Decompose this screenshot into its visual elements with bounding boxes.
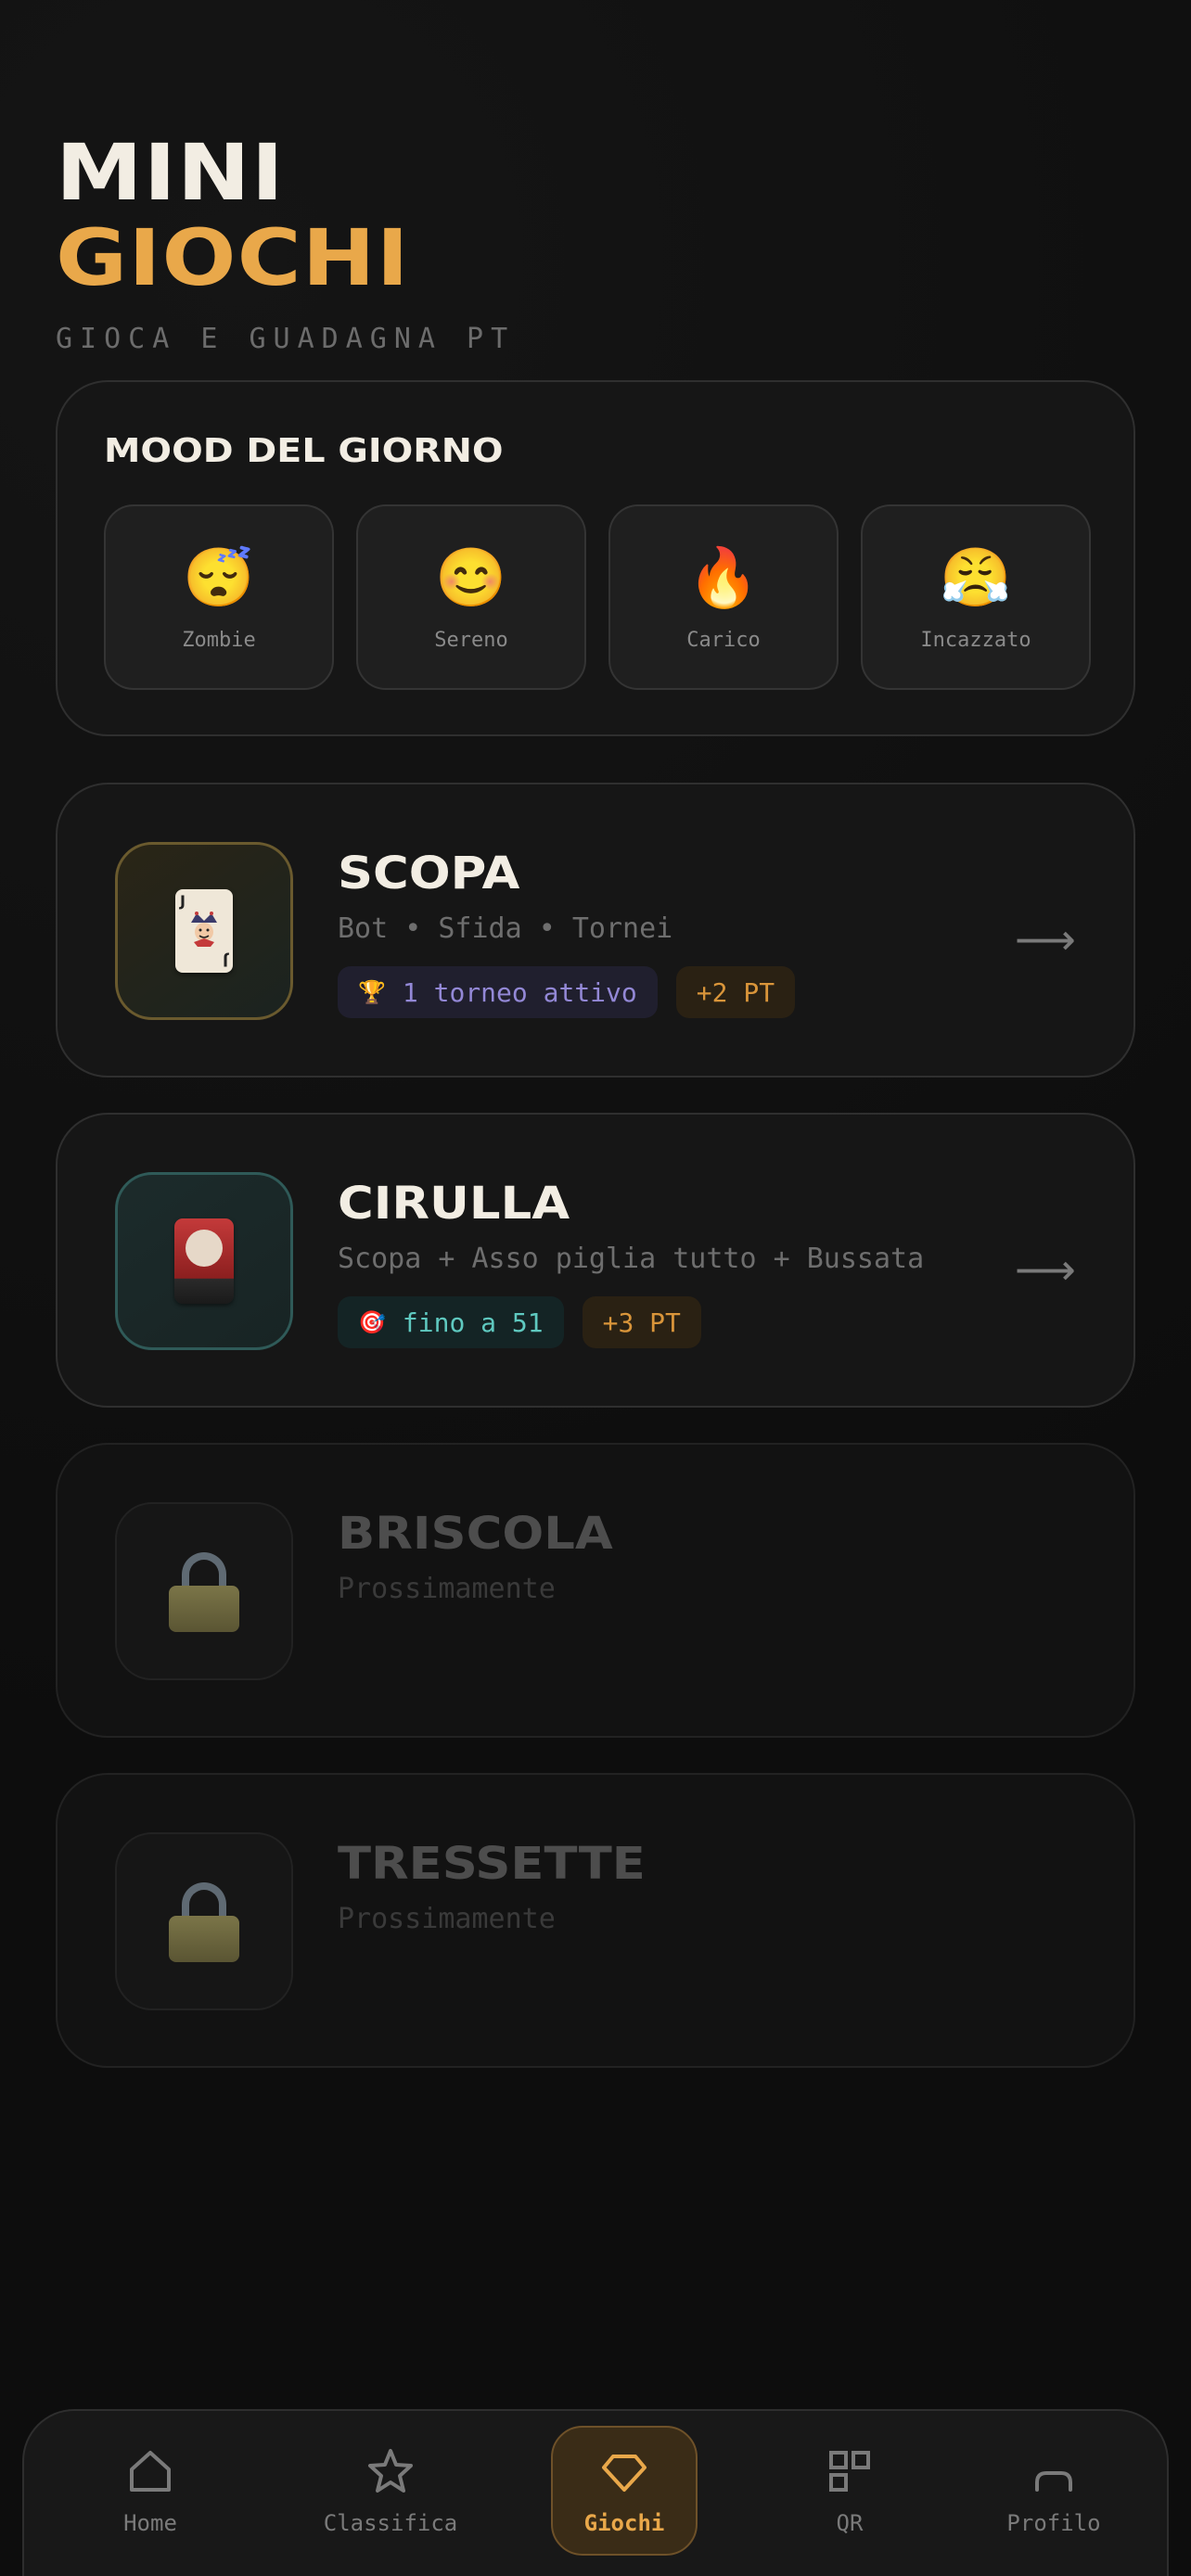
game-description: Prossimamente (338, 1573, 556, 1605)
points-badge-text: +3 PT (602, 1307, 681, 1338)
fire-icon: 🔥 (687, 542, 760, 611)
game-name: BRISCOLA (338, 1508, 613, 1560)
qr-icon (829, 2451, 870, 2492)
angry-face-icon: 😤 (940, 542, 1012, 611)
game-icon-scopa: J J (115, 842, 293, 1020)
game-card-tressette: TRESSETTE Prossimamente (56, 1773, 1135, 2068)
nav-label: Classifica (323, 2510, 458, 2536)
card-corner-label: J (223, 952, 228, 970)
game-name: TRESSETTE (338, 1838, 646, 1890)
page-title-line1: MINI (56, 127, 285, 218)
game-badges: 🎯 fino a 51 +3 PT (338, 1296, 701, 1348)
mood-label: Carico (686, 628, 761, 652)
page-title-line2: GIOCHI (56, 212, 410, 303)
points-badge-text: +2 PT (696, 976, 775, 1008)
game-description: Bot • Sfida • Tornei (338, 912, 673, 945)
mood-option-sereno[interactable]: 😊 Sereno (356, 504, 586, 690)
tournament-badge-text: 1 torneo attivo (402, 976, 637, 1008)
red-card-icon (174, 1218, 234, 1304)
game-name: SCOPA (338, 848, 520, 899)
target-badge: 🎯 fino a 51 (338, 1296, 564, 1348)
page-header: MINI GIOCHI GIOCA E GUADAGNA PT (56, 130, 515, 355)
game-name: CIRULLA (338, 1178, 570, 1230)
nav-label: Profilo (1006, 2510, 1101, 2536)
home-icon (130, 2451, 171, 2492)
card-corner-label: J (180, 892, 186, 910)
lock-icon (169, 1882, 239, 1962)
mood-option-carico[interactable]: 🔥 Carico (608, 504, 839, 690)
nav-label: Home (123, 2510, 177, 2536)
nav-item-qr[interactable]: QR (785, 2426, 915, 2556)
diamond-icon (602, 2455, 647, 2492)
game-card-cirulla[interactable]: CIRULLA Scopa + Asso piglia tutto + Buss… (56, 1113, 1135, 1408)
page-subtitle: GIOCA E GUADAGNA PT (56, 323, 516, 355)
mood-label: Zombie (182, 628, 256, 652)
nav-item-profilo[interactable]: Profilo (980, 2426, 1128, 2556)
mood-label: Incazzato (920, 628, 1031, 652)
joker-card-icon: J J (175, 889, 233, 973)
star-icon (368, 2449, 413, 2493)
lock-icon (169, 1552, 239, 1632)
nav-item-home[interactable]: Home (76, 2426, 224, 2556)
sleepy-face-icon: 😴 (183, 542, 255, 611)
game-card-scopa[interactable]: J J SCOPA Bot • Sfida • Tornei 🏆 1 torne… (56, 783, 1135, 1078)
mood-title: MOOD DEL GIORNO (104, 432, 504, 470)
trophy-icon: 🏆 (358, 979, 386, 1005)
bottom-nav: Home Classifica Giochi QR Profilo (22, 2409, 1169, 2576)
game-description: Scopa + Asso piglia tutto + Bussata (338, 1243, 925, 1275)
mood-card: MOOD DEL GIORNO 😴 Zombie 😊 Sereno 🔥 Cari… (56, 380, 1135, 736)
points-badge: +3 PT (582, 1296, 701, 1348)
smiling-face-icon: 😊 (435, 542, 507, 611)
game-card-briscola: BRISCOLA Prossimamente (56, 1443, 1135, 1738)
arrow-right-icon: ⟶ (1015, 1244, 1076, 1294)
game-icon-cirulla (115, 1172, 293, 1350)
jester-face-icon (191, 912, 217, 947)
game-badges: 🏆 1 torneo attivo +2 PT (338, 966, 796, 1018)
mood-label: Sereno (434, 628, 508, 652)
nav-label: Giochi (583, 2510, 665, 2536)
tournament-badge: 🏆 1 torneo attivo (338, 966, 658, 1018)
game-icon-briscola (115, 1502, 293, 1680)
mood-option-incazzato[interactable]: 😤 Incazzato (861, 504, 1091, 690)
arrow-right-icon: ⟶ (1015, 914, 1076, 964)
mood-options: 😴 Zombie 😊 Sereno 🔥 Carico 😤 Incazzato (104, 504, 1091, 690)
profile-icon (1035, 2471, 1072, 2492)
game-description: Prossimamente (338, 1903, 556, 1935)
nav-item-giochi[interactable]: Giochi (551, 2426, 698, 2556)
game-icon-tressette (115, 1832, 293, 2010)
points-badge: +2 PT (675, 966, 796, 1018)
mood-option-zombie[interactable]: 😴 Zombie (104, 504, 334, 690)
nav-label: QR (836, 2510, 864, 2536)
target-badge-text: fino a 51 (402, 1307, 544, 1338)
target-icon: 🎯 (358, 1309, 386, 1335)
nav-item-classifica[interactable]: Classifica (293, 2426, 488, 2556)
